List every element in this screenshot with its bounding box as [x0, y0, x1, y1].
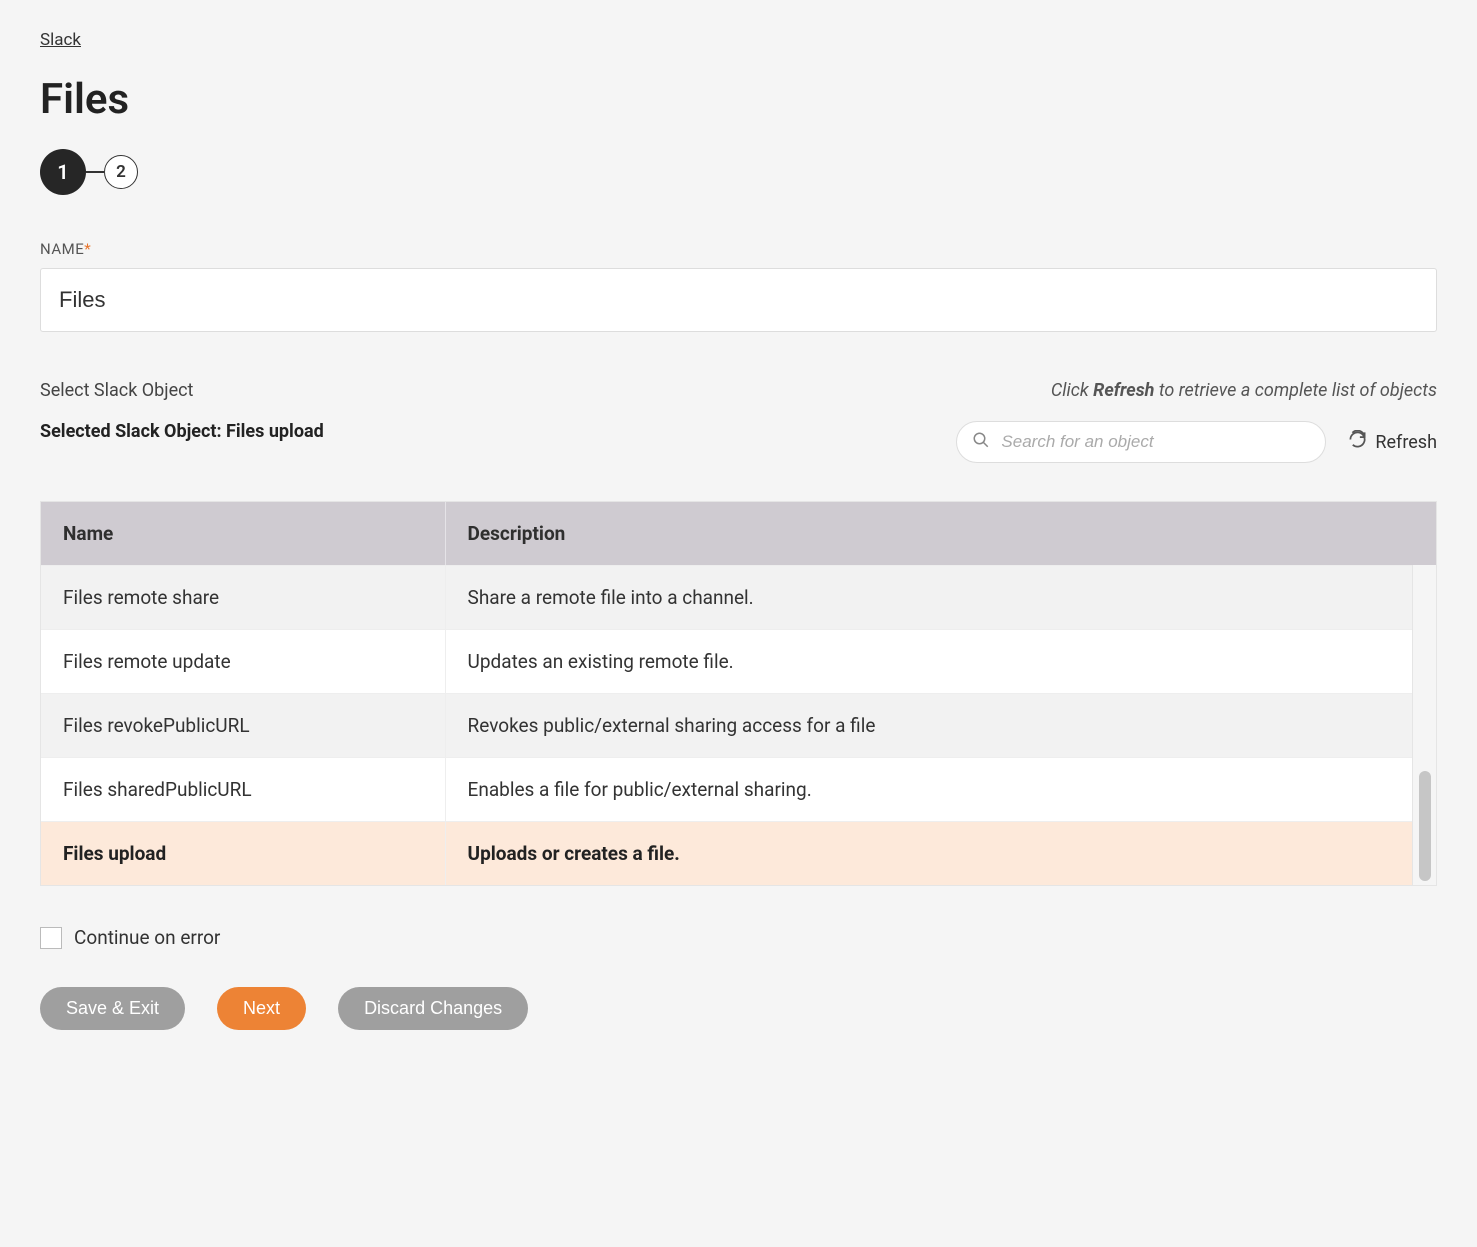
table-row[interactable]: Files sharedPublicURLEnables a file for … — [41, 757, 1436, 821]
refresh-hint-prefix: Click — [1051, 380, 1093, 401]
breadcrumb-slack[interactable]: Slack — [40, 30, 81, 50]
cell-description: Share a remote file into a channel. — [446, 565, 1436, 629]
name-field-label-text: NAME — [40, 240, 84, 258]
next-button[interactable]: Next — [217, 987, 306, 1030]
table-scrollbar[interactable] — [1412, 565, 1436, 885]
save-exit-button[interactable]: Save & Exit — [40, 987, 185, 1030]
refresh-label: Refresh — [1375, 432, 1437, 453]
discard-changes-button[interactable]: Discard Changes — [338, 987, 528, 1030]
step-1[interactable]: 1 — [40, 149, 86, 195]
name-input[interactable] — [40, 268, 1437, 332]
refresh-hint: Click Refresh to retrieve a complete lis… — [1051, 380, 1437, 401]
table-row[interactable]: Files uploadUploads or creates a file. — [41, 821, 1436, 885]
cell-name: Files upload — [41, 821, 446, 885]
cell-name: Files revokePublicURL — [41, 693, 446, 757]
table-row[interactable]: Files remote updateUpdates an existing r… — [41, 629, 1436, 693]
object-table-wrap: Name Description Files remote shareShare… — [40, 501, 1437, 886]
selected-object-value: Files upload — [226, 421, 324, 442]
cell-name: Files remote share — [41, 565, 446, 629]
refresh-button[interactable]: Refresh — [1348, 430, 1437, 454]
table-scrollbar-thumb[interactable] — [1419, 771, 1431, 881]
col-header-name[interactable]: Name — [41, 502, 446, 565]
search-icon — [972, 431, 990, 453]
table-row[interactable]: Files revokePublicURLRevokes public/exte… — [41, 693, 1436, 757]
object-table: Name Description Files remote shareShare… — [41, 502, 1436, 885]
step-2[interactable]: 2 — [104, 155, 138, 189]
stepper: 1 2 — [40, 149, 1437, 195]
step-connector — [86, 171, 104, 173]
page-title: Files — [40, 75, 1437, 124]
continue-on-error-label: Continue on error — [74, 926, 220, 949]
select-object-label: Select Slack Object — [40, 380, 324, 401]
cell-description: Updates an existing remote file. — [446, 629, 1436, 693]
selected-object-prefix: Selected Slack Object: — [40, 421, 226, 442]
refresh-icon — [1348, 430, 1367, 454]
required-star: * — [84, 240, 91, 258]
cell-name: Files remote update — [41, 629, 446, 693]
object-search-input[interactable] — [956, 421, 1326, 463]
col-header-description[interactable]: Description — [446, 502, 1436, 565]
name-field-label: NAME* — [40, 240, 1437, 258]
cell-name: Files sharedPublicURL — [41, 757, 446, 821]
refresh-hint-bold: Refresh — [1093, 380, 1154, 401]
selected-object-line: Selected Slack Object: Files upload — [40, 421, 324, 442]
refresh-hint-suffix: to retrieve a complete list of objects — [1154, 380, 1437, 401]
cell-description: Revokes public/external sharing access f… — [446, 693, 1436, 757]
table-row[interactable]: Files remote shareShare a remote file in… — [41, 565, 1436, 629]
cell-description: Enables a file for public/external shari… — [446, 757, 1436, 821]
continue-on-error-checkbox[interactable] — [40, 927, 62, 949]
cell-description: Uploads or creates a file. — [446, 821, 1436, 885]
